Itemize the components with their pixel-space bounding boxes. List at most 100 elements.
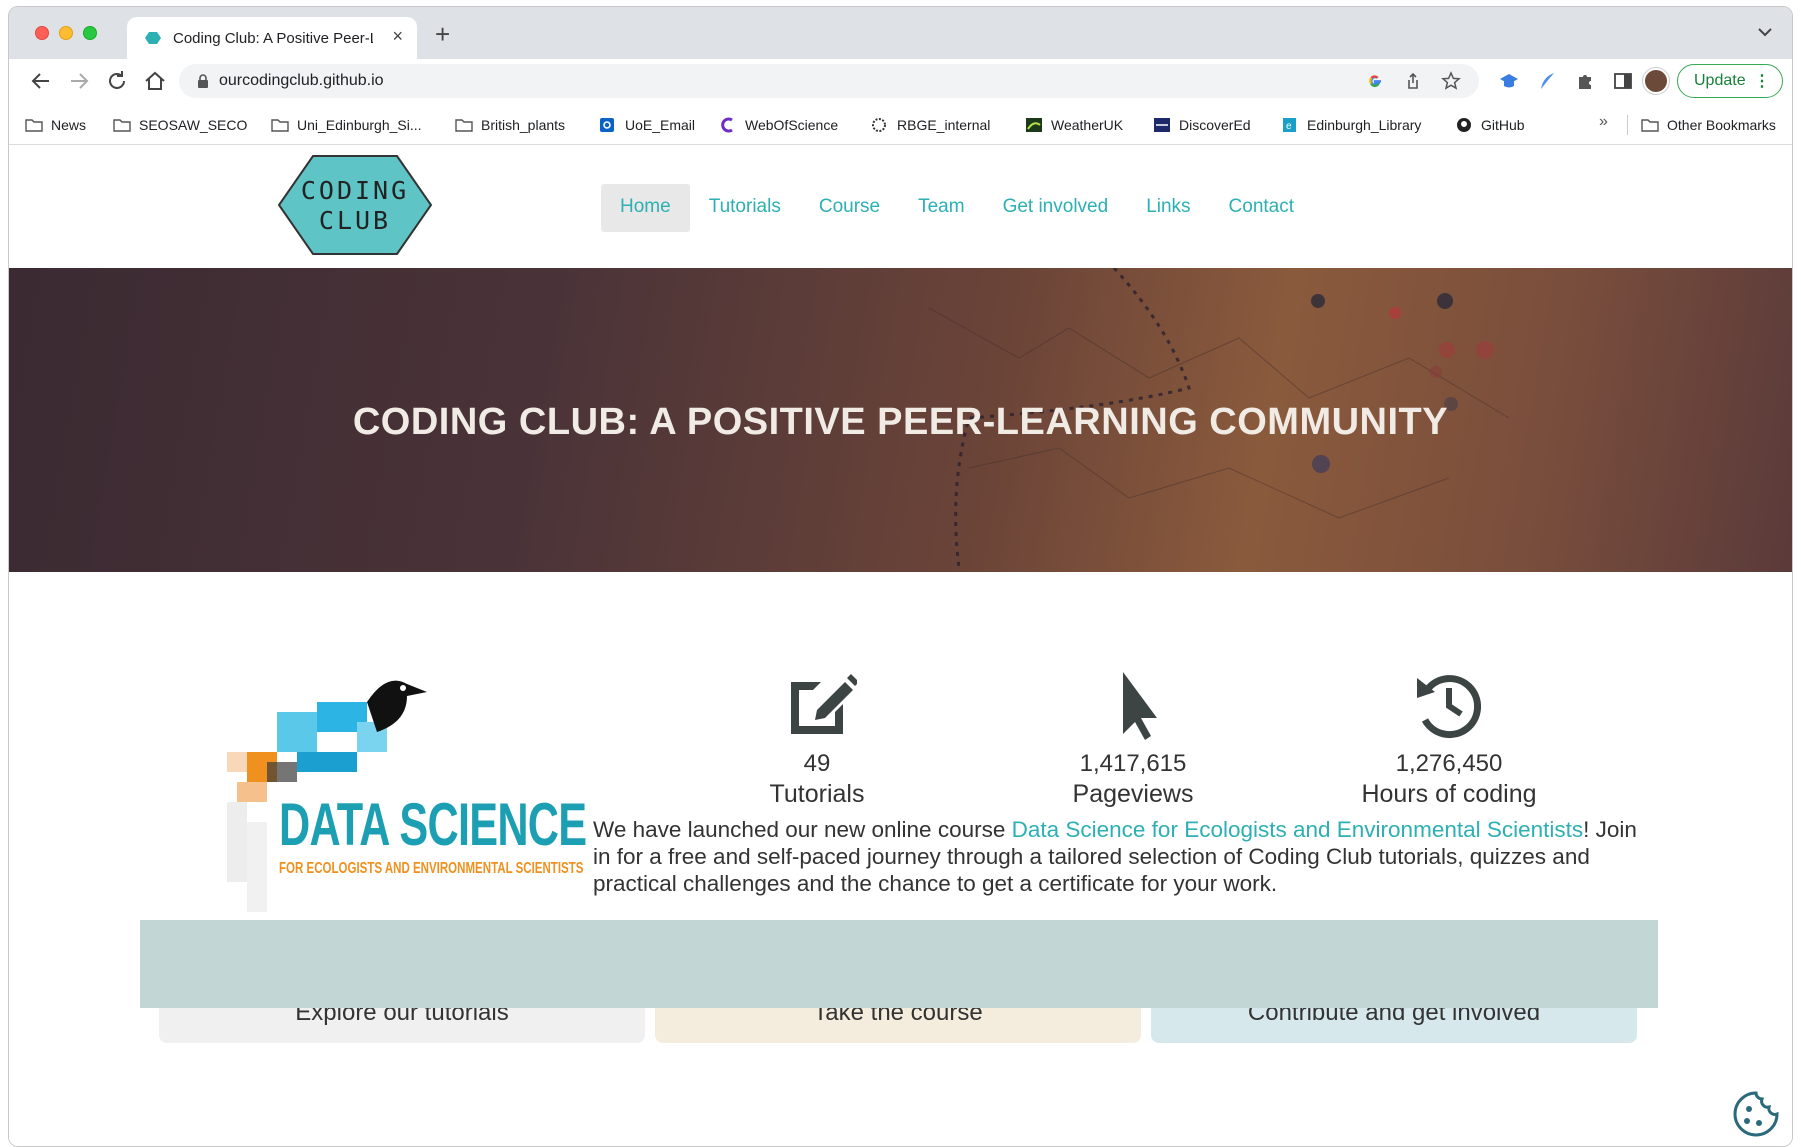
course-logo-title: DATA SCIENCE	[279, 791, 587, 858]
stat-label: Tutorials	[769, 780, 865, 808]
puzzle-extensions-icon[interactable]	[1575, 71, 1595, 91]
stat-value: 1,276,450	[1395, 750, 1503, 777]
stat-value: 1,417,615	[1079, 750, 1187, 777]
address-bar[interactable]: ourcodingclub.github.io	[179, 64, 1479, 98]
cookie-settings-icon[interactable]	[1731, 1089, 1781, 1139]
browser-toolbar: ourcodingclub.github.io Update ⋮	[9, 59, 1792, 103]
bookmark-other-bookmarks[interactable]: Other Bookmarks	[1641, 115, 1776, 135]
coding-club-logo[interactable]: CODING CLUB	[277, 154, 433, 256]
history-icon	[1417, 675, 1482, 739]
nav-links[interactable]: Links	[1127, 184, 1209, 232]
bookmark-label: WeatherUK	[1051, 117, 1124, 133]
edit-icon	[791, 674, 857, 734]
bookmark-edinburgh-library[interactable]: e Edinburgh_Library	[1281, 115, 1421, 135]
update-label: Update	[1694, 72, 1746, 89]
reload-icon[interactable]	[105, 69, 129, 93]
folder-icon	[271, 119, 289, 132]
nav-team[interactable]: Team	[899, 184, 983, 232]
course-announcement: We have launched our new online course D…	[593, 816, 1653, 897]
hero-title: CODING CLUB: A POSITIVE PEER-LEARNING CO…	[352, 401, 1449, 443]
home-icon[interactable]	[143, 69, 167, 93]
bookmark-label: Other Bookmarks	[1667, 117, 1776, 133]
bookmark-label: British_plants	[481, 117, 566, 133]
stat-tutorials: 49 Tutorials	[707, 670, 927, 809]
folder-icon	[1641, 119, 1659, 132]
main-nav: Home Tutorials Course Team Get involved …	[601, 184, 1313, 232]
course-link[interactable]: Data Science for Ecologists and Environm…	[1012, 817, 1584, 842]
bookmark-british-plants[interactable]: British_plants	[455, 115, 565, 135]
coding-club-favicon-icon	[145, 32, 161, 44]
bookmark-label: News	[51, 117, 87, 133]
svg-text:e: e	[1286, 121, 1292, 132]
bookmarks-divider	[1627, 115, 1628, 135]
url-text[interactable]: ourcodingclub.github.io	[219, 72, 384, 90]
bookmark-uoe-email[interactable]: UoE_Email	[599, 115, 695, 135]
nav-course[interactable]: Course	[800, 184, 899, 232]
bookmark-label: WebOfScience	[745, 117, 839, 133]
rbge-icon	[872, 118, 886, 132]
quill-extension-icon[interactable]	[1537, 71, 1557, 91]
bookmark-star-icon[interactable]	[1441, 71, 1461, 91]
profile-avatar[interactable]	[1643, 68, 1669, 94]
stat-hours: 1,276,450 Hours of coding	[1339, 670, 1559, 809]
stat-pageviews: 1,417,615 Pageviews	[1023, 670, 1243, 809]
lock-icon[interactable]	[197, 74, 209, 88]
bookmarks-bar: News SEOSAW_SECO Uni_Edinburgh_Si... Bri…	[9, 103, 1792, 145]
data-science-course-logo[interactable]: DATA SCIENCE FOR ECOLOGISTS AND ENVIRONM…	[207, 672, 587, 916]
tab-strip: Coding Club: A Positive Peer-L × +	[9, 7, 1792, 59]
tab-close-icon[interactable]: ×	[392, 26, 403, 47]
tab-coding-club[interactable]: Coding Club: A Positive Peer-L ×	[127, 17, 417, 59]
minimize-window-button[interactable]	[59, 26, 73, 40]
tab-search-chevron-icon[interactable]	[1756, 23, 1774, 41]
share-icon[interactable]	[1403, 71, 1423, 91]
weather-icon	[1026, 118, 1042, 132]
maximize-window-button[interactable]	[83, 26, 97, 40]
stat-label: Hours of coding	[1361, 780, 1537, 808]
mortarboard-extension-icon[interactable]	[1499, 71, 1519, 91]
nav-home[interactable]: Home	[601, 184, 690, 232]
kebab-menu-icon[interactable]: ⋮	[1754, 71, 1770, 91]
update-button[interactable]: Update ⋮	[1677, 64, 1783, 98]
nav-get-involved[interactable]: Get involved	[984, 184, 1128, 232]
bookmark-uni-edinburgh[interactable]: Uni_Edinburgh_Si...	[271, 115, 422, 135]
bookmark-discovered[interactable]: DiscoverEd	[1153, 115, 1251, 135]
bookmark-news[interactable]: News	[25, 115, 86, 135]
folder-icon	[455, 119, 473, 132]
browser-window: Coding Club: A Positive Peer-L × + ourco…	[8, 6, 1793, 1147]
github-icon	[1457, 118, 1471, 132]
back-arrow-icon[interactable]	[29, 69, 53, 93]
discovered-icon	[1154, 118, 1170, 132]
outlook-icon	[600, 118, 614, 132]
library-icon: e	[1283, 118, 1296, 132]
side-panel-icon[interactable]	[1613, 71, 1633, 91]
content-band	[140, 920, 1658, 1008]
forward-arrow-icon[interactable]	[67, 69, 91, 93]
bookmark-rbge-internal[interactable]: RBGE_internal	[871, 115, 990, 135]
hero-banner: CODING CLUB: A POSITIVE PEER-LEARNING CO…	[9, 268, 1792, 572]
google-icon[interactable]	[1365, 71, 1385, 91]
nav-contact[interactable]: Contact	[1210, 184, 1313, 232]
blurb-intro: We have launched our new online course	[593, 817, 1012, 842]
folder-icon	[25, 119, 43, 132]
bookmark-weatheruk[interactable]: WeatherUK	[1025, 115, 1123, 135]
bookmark-label: SEOSAW_SECO	[139, 117, 248, 133]
new-tab-button[interactable]: +	[435, 19, 450, 50]
cursor-icon	[1123, 672, 1157, 740]
hexagon-logo-icon	[277, 155, 433, 255]
logo-line-2: CLUB	[318, 206, 392, 235]
nav-tutorials[interactable]: Tutorials	[690, 184, 800, 232]
bookmarks-overflow-icon[interactable]: »	[1599, 113, 1608, 131]
bookmark-label: DiscoverEd	[1179, 117, 1251, 133]
close-window-button[interactable]	[35, 26, 49, 40]
folder-icon	[113, 119, 131, 132]
clarivate-icon	[721, 117, 733, 133]
bookmark-label: Uni_Edinburgh_Si...	[297, 117, 422, 133]
bookmark-webofscience[interactable]: WebOfScience	[719, 115, 838, 135]
tab-title: Coding Club: A Positive Peer-L	[173, 30, 373, 47]
bookmark-label: Edinburgh_Library	[1307, 117, 1422, 133]
stat-label: Pageviews	[1072, 780, 1194, 808]
bookmark-label: GitHub	[1481, 117, 1525, 133]
bookmark-seosaw-seco[interactable]: SEOSAW_SECO	[113, 115, 247, 135]
bookmark-github[interactable]: GitHub	[1455, 115, 1525, 135]
logo-line-1: CODING	[300, 176, 410, 205]
